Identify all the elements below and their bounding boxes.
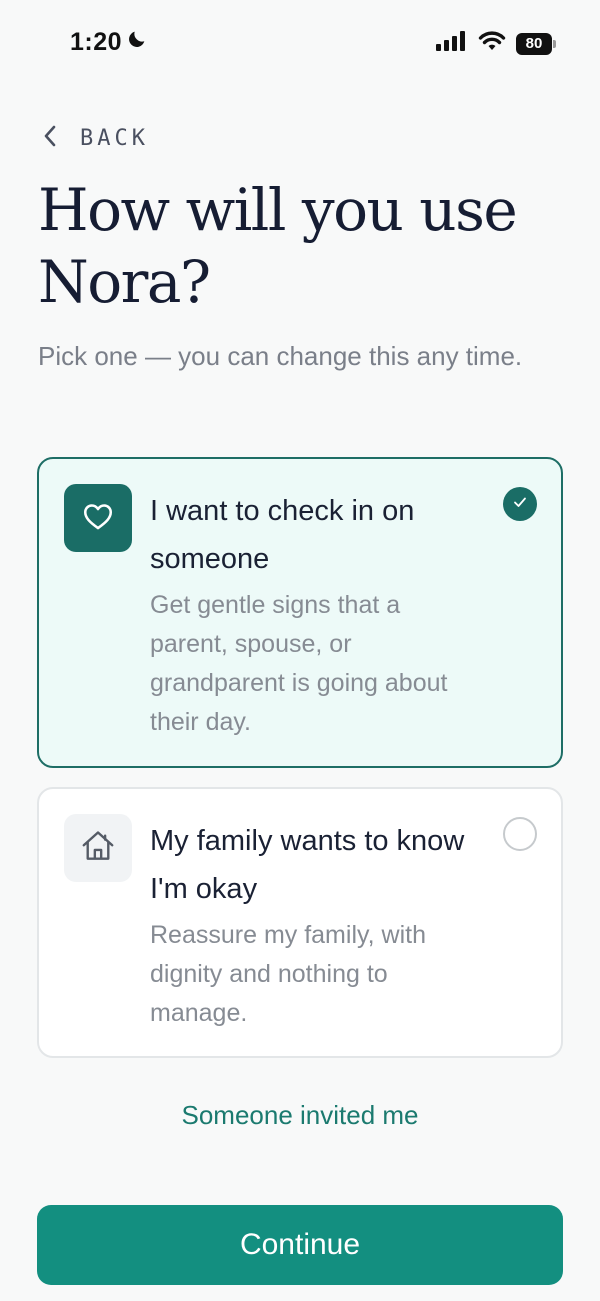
option-family-wants-to-know[interactable]: My family wants to know I'm okay Reassur… [37,787,563,1058]
battery-cap [553,39,556,48]
home-icon [79,827,117,870]
someone-invited-me-link[interactable]: Someone invited me [0,1100,600,1131]
signal-icon [436,31,468,56]
wifi-icon [478,30,506,57]
clock-text: 1:20 [70,28,123,56]
option-title: My family wants to know I'm okay [150,825,465,905]
moon-icon [126,28,148,57]
battery-level: 80 [525,35,543,52]
option-description: Get gentle signs that a parent, spouse, … [150,591,448,736]
status-bar: 1:20 80 [0,0,600,90]
option-check-in-on-someone[interactable]: I want to check in on someone Get gentle… [37,457,563,768]
back-label: BACK [80,126,149,151]
page-subtitle: Pick one — you can change this any time. [38,341,523,371]
page-title: How will you use Nora? [38,176,518,316]
back-button[interactable]: BACK [42,124,149,153]
option-icon-box [64,484,132,552]
heart-icon [81,499,115,538]
onboarding-screen: 1:20 80 BACK How will you use Nora? Pick… [0,0,600,1301]
option-title: I want to check in on someone [150,495,415,575]
option-icon-box [64,814,132,882]
status-time: 1:20 [70,28,148,57]
continue-button[interactable]: Continue [37,1205,563,1285]
option-description: Reassure my family, with dignity and not… [150,921,426,1027]
radio-selected[interactable] [503,487,537,521]
battery-icon: 80 [516,32,556,55]
chevron-left-icon [42,124,58,153]
status-icons: 80 [436,30,556,57]
check-icon [511,493,529,516]
radio-unselected[interactable] [503,817,537,851]
